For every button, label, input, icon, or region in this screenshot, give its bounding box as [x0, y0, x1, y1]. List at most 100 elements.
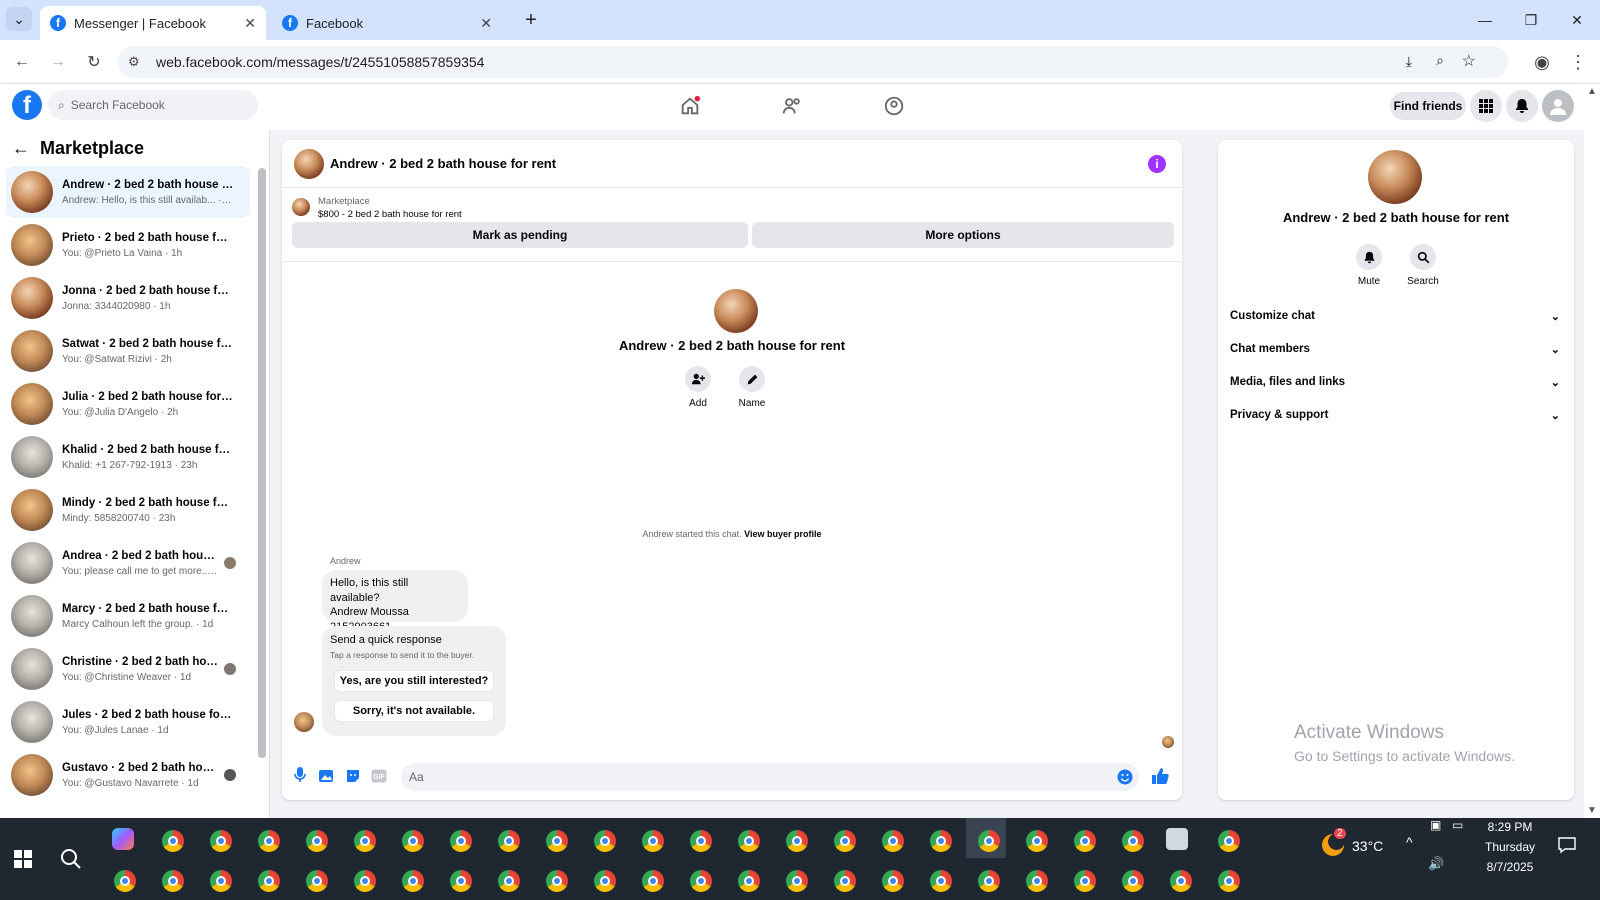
gif-icon[interactable]: GIF — [371, 769, 387, 786]
media-files-links-row[interactable]: Media, files and links ⌄ — [1230, 370, 1560, 394]
close-tab-icon[interactable]: ✕ — [244, 15, 256, 32]
chrome-icon[interactable] — [258, 870, 280, 892]
app-icon[interactable] — [1166, 828, 1188, 850]
site-info-icon[interactable]: ⚙ — [128, 54, 140, 70]
conversation-item[interactable]: Khalid · 2 bed 2 bath house for ... Khali… — [6, 431, 250, 483]
chrome-icon[interactable] — [546, 870, 568, 892]
chrome-icon[interactable] — [1170, 870, 1192, 892]
chrome-icon[interactable] — [1122, 830, 1144, 852]
chrome-icon[interactable] — [162, 830, 184, 852]
network-icon[interactable]: ▭ — [1452, 818, 1463, 832]
conversation-item[interactable]: Marcy · 2 bed 2 bath house for ... Marcy … — [6, 590, 250, 642]
name-group-button[interactable]: Name — [732, 366, 772, 409]
chrome-icon[interactable] — [354, 870, 376, 892]
url-bar[interactable]: ⚙ web.facebook.com/messages/t/2455105885… — [118, 46, 1508, 78]
conversation-item[interactable]: Christine · 2 bed 2 bath hous... You: @Ch… — [6, 643, 250, 695]
microphone-icon[interactable] — [294, 767, 306, 787]
conversation-item[interactable]: Satwat · 2 bed 2 bath house for... You: @… — [6, 325, 250, 377]
bookmark-star-icon[interactable]: ☆ — [1462, 51, 1476, 71]
mute-button[interactable]: Mute — [1344, 244, 1394, 287]
emoji-icon[interactable] — [1117, 769, 1133, 788]
quick-response-not-available[interactable]: Sorry, it's not available. — [334, 700, 494, 722]
back-arrow-icon[interactable]: ← — [12, 138, 30, 159]
new-tab-button[interactable]: + — [516, 8, 546, 32]
more-options-button[interactable]: More options — [752, 222, 1174, 248]
notification-center-icon[interactable] — [1558, 836, 1576, 857]
chrome-icon[interactable] — [882, 870, 904, 892]
chrome-icon[interactable] — [930, 870, 952, 892]
chrome-icon[interactable] — [978, 870, 1000, 892]
chrome-icon[interactable] — [1218, 870, 1240, 892]
temperature[interactable]: 33°C — [1352, 838, 1383, 854]
conversation-item[interactable]: Andrew · 2 bed 2 bath house fo... Andrew:… — [6, 166, 250, 218]
quick-response-interested[interactable]: Yes, are you still interested? — [334, 670, 494, 692]
tab-messenger[interactable]: f Messenger | Facebook ✕ — [40, 6, 266, 40]
chat-title[interactable]: Andrew · 2 bed 2 bath house for rent — [330, 156, 556, 171]
menu-grid-icon[interactable] — [1470, 90, 1502, 122]
profile-icon[interactable]: ◉ — [1530, 50, 1554, 74]
chrome-icon[interactable] — [834, 830, 856, 852]
clock-day[interactable]: Thursday — [1474, 840, 1546, 854]
conversation-item[interactable]: Andrea · 2 bed 2 bath house ... You: plea… — [6, 537, 250, 589]
privacy-support-row[interactable]: Privacy & support ⌄ — [1230, 403, 1560, 427]
volume-icon[interactable]: 🔊 — [1428, 856, 1444, 872]
chrome-icon[interactable] — [1218, 830, 1240, 852]
view-buyer-profile-link[interactable]: View buyer profile — [744, 529, 821, 539]
chrome-icon[interactable] — [498, 830, 520, 852]
search-facebook-input[interactable]: ⌕ Search Facebook — [48, 90, 258, 120]
conversation-item[interactable]: Jonna · 2 bed 2 bath house for ... Jonna:… — [6, 272, 250, 324]
chrome-icon[interactable] — [1074, 830, 1096, 852]
conversation-item[interactable]: Julia · 2 bed 2 bath house for re... You:… — [6, 378, 250, 430]
scroll-up-icon[interactable]: ▲ — [1584, 86, 1600, 97]
close-tab-icon[interactable]: ✕ — [480, 15, 492, 32]
chrome-icon[interactable] — [786, 870, 808, 892]
account-avatar[interactable] — [1542, 90, 1574, 122]
listing-title[interactable]: $800 - 2 bed 2 bath house for rent — [318, 209, 462, 220]
home-icon[interactable] — [676, 92, 704, 120]
info-icon[interactable]: i — [1148, 154, 1166, 173]
chrome-icon[interactable] — [1122, 870, 1144, 892]
chrome-icon[interactable] — [738, 870, 760, 892]
zoom-icon[interactable]: ⌕ — [1436, 52, 1444, 69]
groups-icon[interactable] — [880, 92, 908, 120]
chrome-icon[interactable] — [162, 870, 184, 892]
message-bubble[interactable]: Hello, is this still available? Andrew M… — [322, 570, 468, 633]
chat-members-row[interactable]: Chat members ⌄ — [1230, 337, 1560, 361]
copilot-icon[interactable] — [112, 828, 134, 850]
chrome-icon[interactable] — [834, 870, 856, 892]
find-friends-button[interactable]: Find friends — [1390, 92, 1466, 120]
chrome-icon[interactable] — [642, 830, 664, 852]
like-thumb-icon[interactable] — [1151, 767, 1169, 788]
conversation-item[interactable]: Mindy · 2 bed 2 bath house for ... Mindy:… — [6, 484, 250, 536]
customize-chat-row[interactable]: Customize chat ⌄ — [1230, 304, 1560, 328]
chrome-icon[interactable] — [402, 830, 424, 852]
chrome-icon[interactable] — [594, 870, 616, 892]
close-window-button[interactable]: ✕ — [1562, 8, 1592, 32]
chrome-icon[interactable] — [546, 830, 568, 852]
chrome-icon[interactable] — [978, 830, 1000, 852]
chrome-icon[interactable] — [930, 830, 952, 852]
chrome-icon[interactable] — [642, 870, 664, 892]
back-button[interactable]: ← — [10, 50, 34, 74]
clock-time[interactable]: 8:29 PM — [1474, 820, 1546, 834]
chrome-icon[interactable] — [1074, 870, 1096, 892]
scroll-down-icon[interactable]: ▼ — [1584, 805, 1600, 816]
chrome-icon[interactable] — [786, 830, 808, 852]
friends-icon[interactable] — [778, 92, 806, 120]
chrome-icon[interactable] — [114, 870, 136, 892]
chrome-icon[interactable] — [306, 870, 328, 892]
chrome-icon[interactable] — [738, 830, 760, 852]
mark-as-pending-button[interactable]: Mark as pending — [292, 222, 748, 248]
chrome-icon[interactable] — [498, 870, 520, 892]
page-scrollbar[interactable]: ▲ ▼ — [1584, 84, 1600, 818]
sticker-icon[interactable] — [345, 768, 361, 787]
chrome-icon[interactable] — [1026, 870, 1048, 892]
forward-button[interactable]: → — [46, 50, 70, 74]
chrome-icon[interactable] — [450, 830, 472, 852]
conversation-item[interactable]: Gustavo · 2 bed 2 bath house... You: @Gus… — [6, 749, 250, 801]
notifications-bell-icon[interactable] — [1506, 90, 1538, 122]
chrome-icon[interactable] — [354, 830, 376, 852]
restore-button[interactable]: ❐ — [1516, 8, 1546, 32]
add-member-button[interactable]: Add — [678, 366, 718, 409]
chrome-icon[interactable] — [882, 830, 904, 852]
